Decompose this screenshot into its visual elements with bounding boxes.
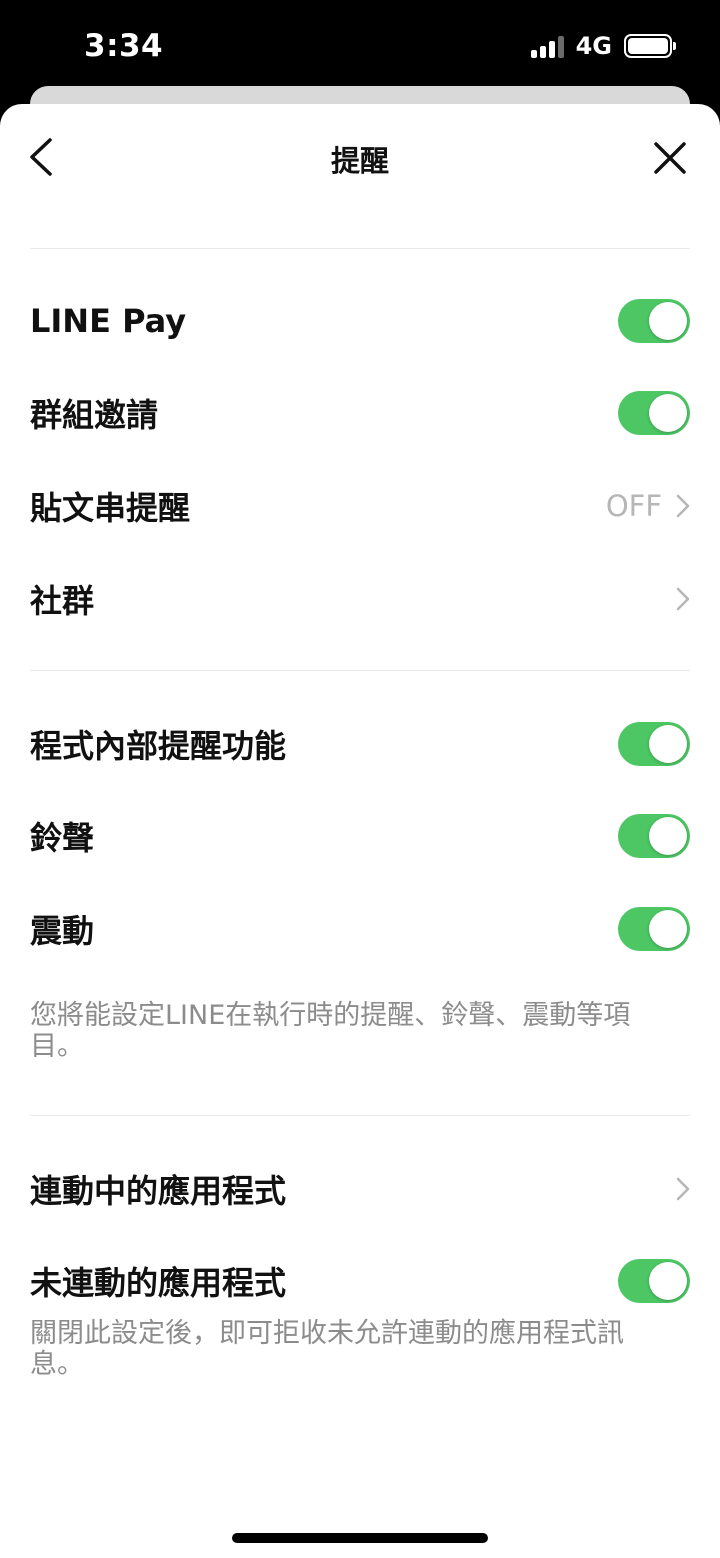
post-reminder-right: OFF <box>606 489 690 523</box>
group-invite-label: 群組邀請 <box>30 396 159 434</box>
divider <box>30 248 690 249</box>
in-app-note: 您將能設定LINE在執行時的提醒、鈴聲、震動等項目。 <box>30 1000 631 1062</box>
sound-label: 鈴聲 <box>30 819 95 857</box>
status-icons: 4G <box>530 32 676 60</box>
notifications-sheet: 提醒 LINE Pay 群組邀請 貼文串提醒 OFF 社群 程式內部提醒功能 鈴… <box>0 104 720 1558</box>
community-right <box>676 587 690 611</box>
vibration-row: 震動 <box>30 894 690 964</box>
unlinked-apps-toggle[interactable] <box>618 1259 690 1303</box>
post-reminder-value: OFF <box>605 489 662 523</box>
linked-apps-label: 連動中的應用程式 <box>30 1172 287 1210</box>
community-label: 社群 <box>30 582 95 620</box>
linked-apps-right <box>676 1177 690 1201</box>
in-app-reminder-label: 程式內部提醒功能 <box>30 727 287 765</box>
linked-apps-row[interactable]: 連動中的應用程式 <box>30 1154 690 1224</box>
vibration-label: 震動 <box>30 912 95 950</box>
unlinked-apps-row: 未連動的應用程式 <box>30 1246 690 1316</box>
unlinked-apps-note: 關閉此設定後，即可拒收未允許連動的應用程式訊息。 <box>30 1318 624 1380</box>
sound-row: 鈴聲 <box>30 801 690 871</box>
home-indicator <box>232 1533 488 1543</box>
chevron-right-icon <box>676 1177 690 1201</box>
battery-icon <box>624 34 676 58</box>
signal-icon <box>530 34 564 58</box>
sound-toggle[interactable] <box>618 814 690 858</box>
unlinked-apps-label: 未連動的應用程式 <box>30 1264 287 1302</box>
vibration-toggle[interactable] <box>618 907 690 951</box>
in-app-reminder-toggle[interactable] <box>618 722 690 766</box>
close-icon <box>654 142 686 174</box>
network-type: 4G <box>575 32 612 60</box>
line-pay-label: LINE Pay <box>30 302 187 340</box>
chevron-right-icon <box>676 494 690 518</box>
divider <box>30 670 690 671</box>
status-time: 3:34 <box>84 28 164 64</box>
line-pay-toggle[interactable] <box>618 299 690 343</box>
line-pay-row: LINE Pay <box>30 286 690 356</box>
in-app-reminder-row: 程式內部提醒功能 <box>30 709 690 779</box>
chevron-right-icon <box>676 587 690 611</box>
divider <box>30 1115 690 1116</box>
group-invite-toggle[interactable] <box>618 391 690 435</box>
post-reminder-label: 貼文串提醒 <box>30 489 191 527</box>
nav-bar: 提醒 <box>0 104 720 214</box>
page-title: 提醒 <box>330 144 389 178</box>
status-bar: 3:34 4G <box>0 0 720 92</box>
community-row[interactable]: 社群 <box>30 564 690 634</box>
post-reminder-row[interactable]: 貼文串提醒 OFF <box>30 471 690 541</box>
close-button[interactable] <box>650 138 690 178</box>
group-invite-row: 群組邀請 <box>30 378 690 448</box>
